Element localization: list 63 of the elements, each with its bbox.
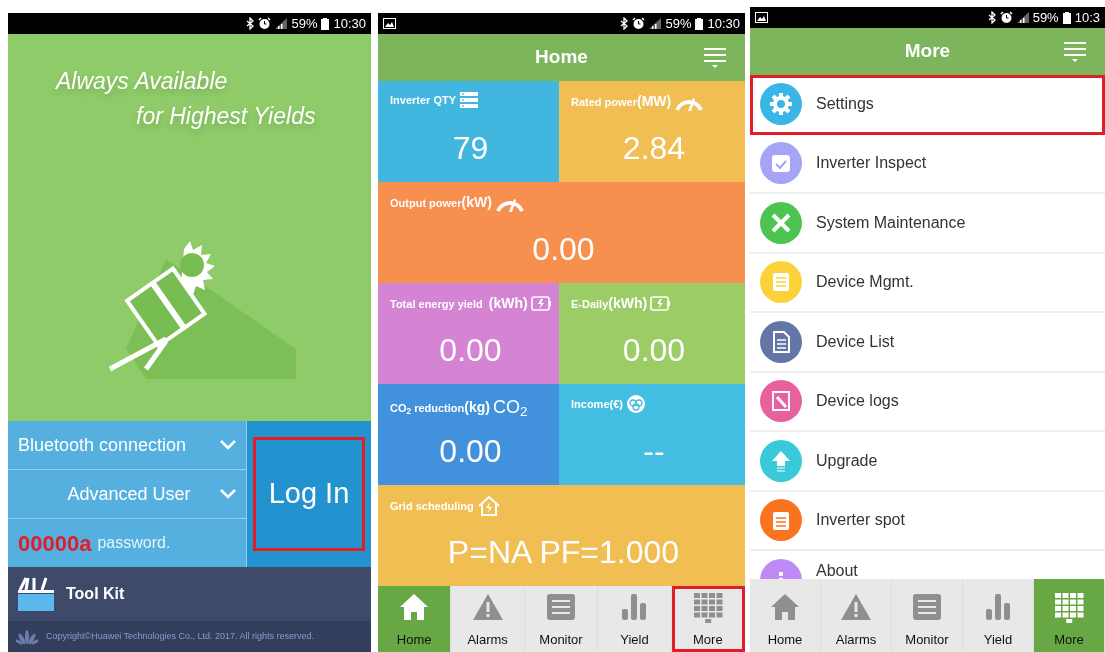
menu-icon[interactable] xyxy=(1063,41,1087,63)
tile-value: 2.84 xyxy=(621,129,687,168)
annotation-text: 00000a xyxy=(18,529,92,558)
clock-time: 10:30 xyxy=(707,14,740,33)
toolkit-label[interactable]: Tool Kit xyxy=(66,582,125,606)
coins-icon xyxy=(625,394,646,414)
slogan-text: for Highest Yields xyxy=(136,101,316,131)
battery-icon xyxy=(695,17,704,30)
toolbox-icon xyxy=(16,576,56,612)
battery-icon xyxy=(650,295,672,312)
tile-label: Total energy yield (kWh) xyxy=(390,294,528,313)
clock-time: 10:30 xyxy=(333,14,366,33)
chevron-down-icon xyxy=(220,440,236,450)
signal-icon xyxy=(649,18,662,29)
tile-label: Income(€) xyxy=(571,396,623,412)
tile-value: 0.00 xyxy=(531,230,596,269)
tile-value: 0.00 xyxy=(438,432,503,471)
placeholder-text: password. xyxy=(97,533,171,553)
flower-logo-icon xyxy=(16,628,38,645)
alarm-icon xyxy=(632,17,646,30)
server-icon xyxy=(459,91,480,109)
screen-title: More xyxy=(904,39,951,64)
menu-item[interactable]: Settings xyxy=(750,75,1105,135)
grid-icon xyxy=(691,591,724,624)
signal-icon xyxy=(1016,12,1029,23)
bluetooth-icon xyxy=(987,11,996,24)
tile-value: 0.00 xyxy=(438,331,503,370)
tab[interactable]: Home xyxy=(378,586,452,652)
co2-symbol: CO$_{2}$ xyxy=(492,396,528,421)
picture-icon xyxy=(383,18,396,29)
tile-value: 0.00 xyxy=(621,331,687,370)
tile-value: 79 xyxy=(451,129,490,168)
screen-title: Home xyxy=(535,45,588,70)
slogan-text: Always Available xyxy=(56,67,229,96)
bluetooth-icon xyxy=(246,17,255,30)
battery-level: 59% xyxy=(291,14,318,33)
gear-icon xyxy=(768,90,794,117)
clock-time: 10:3 xyxy=(1074,8,1100,27)
house-icon xyxy=(476,495,501,517)
tab[interactable]: More xyxy=(1034,579,1105,652)
tile-label: CO$_{2}$ reduction(kg) xyxy=(390,398,490,418)
battery-level: 59% xyxy=(665,14,692,33)
battery-level: 59% xyxy=(1032,8,1059,27)
tab[interactable]: More xyxy=(671,586,745,652)
chevron-down-icon xyxy=(220,489,236,499)
alarm-icon xyxy=(258,17,272,30)
tile-label: Grid scheduling xyxy=(390,498,474,514)
signal-icon xyxy=(275,18,288,29)
menu-icon[interactable] xyxy=(703,47,727,69)
copyright-text: Copyright©Huawei Technologies Co., Ltd. 2017. All rights reserved. xyxy=(46,629,315,643)
alarm-icon xyxy=(999,11,1013,24)
tile-value: -- xyxy=(642,432,666,471)
bluetooth-icon xyxy=(620,17,629,30)
tile-label: Rated power(MW) xyxy=(571,92,672,111)
tile-label: Inverter QTY xyxy=(390,92,457,108)
tile-label: Output power(kW) xyxy=(390,193,492,212)
picture-icon xyxy=(755,12,768,23)
battery-icon xyxy=(530,295,552,312)
battery-icon xyxy=(1062,11,1071,24)
grid-icon xyxy=(1053,591,1085,624)
battery-icon xyxy=(321,17,330,30)
tile-label: E-Daily(kWh) xyxy=(571,294,648,313)
tile-value: P=NA PF=1.000 xyxy=(446,533,681,572)
